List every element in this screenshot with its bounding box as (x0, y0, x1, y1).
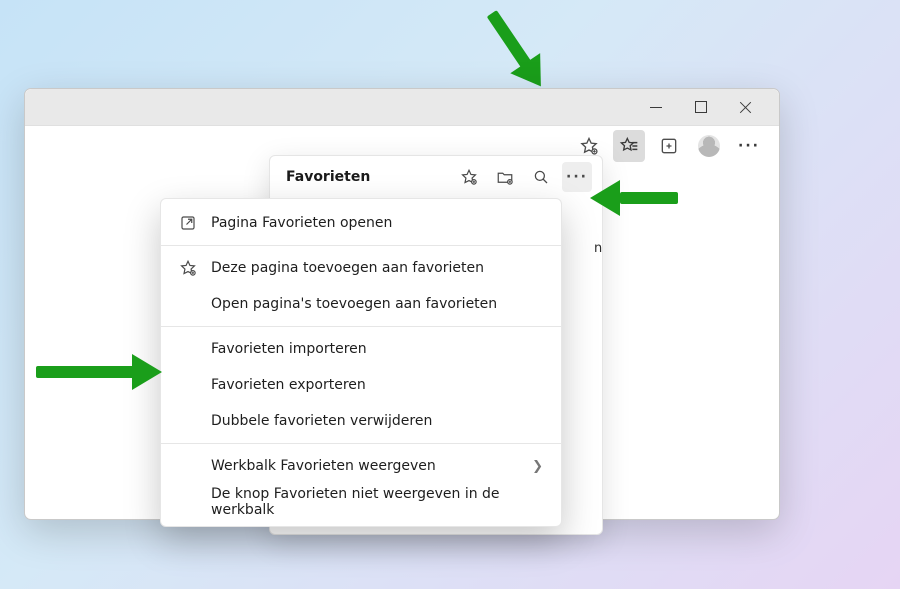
favorites-list-item-label: n co... (594, 241, 602, 256)
menu-item-label: Werkbalk Favorieten weergeven (211, 458, 518, 474)
menu-export-favorites[interactable]: Favorieten exporteren (161, 367, 561, 403)
menu-item-label: Favorieten importeren (211, 341, 543, 357)
menu-item-label: De knop Favorieten niet weergeven in de … (211, 486, 543, 518)
collections-button[interactable] (653, 130, 685, 162)
open-external-icon (179, 214, 197, 232)
star-plus-icon (179, 259, 197, 277)
chevron-right-icon: ❯ (532, 459, 543, 474)
close-button[interactable] (738, 100, 753, 115)
menu-separator (161, 443, 561, 444)
more-button[interactable]: ··· (733, 130, 765, 162)
menu-open-favorites-page[interactable]: Pagina Favorieten openen (161, 205, 561, 241)
panel-add-folder-button[interactable] (490, 162, 520, 192)
menu-add-open-pages[interactable]: Open pagina's toevoegen aan favorieten (161, 286, 561, 322)
menu-separator (161, 245, 561, 246)
annotation-arrow-toolbar-favorites (473, 1, 560, 100)
maximize-button[interactable] (693, 100, 708, 115)
favorites-list-button[interactable] (613, 130, 645, 162)
ellipsis-icon: ··· (738, 138, 760, 154)
menu-item-label: Pagina Favorieten openen (211, 215, 543, 231)
menu-remove-duplicates[interactable]: Dubbele favorieten verwijderen (161, 403, 561, 439)
panel-more-button[interactable]: ··· (562, 162, 592, 192)
menu-item-label: Favorieten exporteren (211, 377, 543, 393)
menu-show-favorites-bar[interactable]: Werkbalk Favorieten weergeven ❯ (161, 448, 561, 484)
menu-separator (161, 326, 561, 327)
panel-add-favorite-button[interactable] (454, 162, 484, 192)
menu-item-label: Dubbele favorieten verwijderen (211, 413, 543, 429)
menu-item-label: Deze pagina toevoegen aan favorieten (211, 260, 543, 276)
favorites-panel-title: Favorieten (280, 169, 448, 185)
panel-search-button[interactable] (526, 162, 556, 192)
ellipsis-icon: ··· (566, 169, 588, 185)
menu-item-label: Open pagina's toevoegen aan favorieten (211, 296, 543, 312)
menu-import-favorites[interactable]: Favorieten importeren (161, 331, 561, 367)
minimize-button[interactable] (648, 100, 663, 115)
menu-hide-favorites-button[interactable]: De knop Favorieten niet weergeven in de … (161, 484, 561, 520)
profile-button[interactable] (693, 130, 725, 162)
window-titlebar (25, 89, 779, 126)
favorites-more-menu: Pagina Favorieten openen Deze pagina toe… (160, 198, 562, 527)
menu-add-this-page[interactable]: Deze pagina toevoegen aan favorieten (161, 250, 561, 286)
avatar-icon (698, 135, 720, 157)
favorites-panel-header: Favorieten ··· (270, 156, 602, 198)
